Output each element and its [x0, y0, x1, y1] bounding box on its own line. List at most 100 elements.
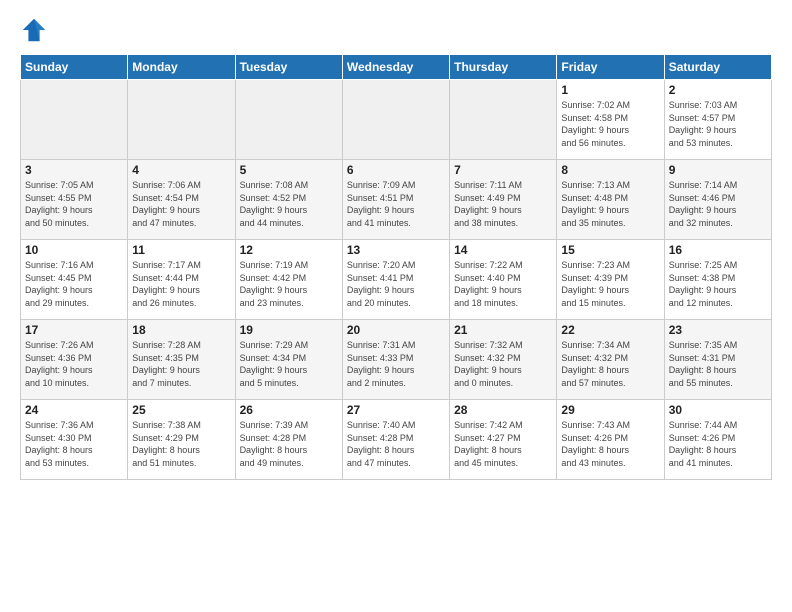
- day-number: 6: [347, 163, 445, 177]
- day-info: Sunrise: 7:39 AM Sunset: 4:28 PM Dayligh…: [240, 419, 338, 469]
- day-info: Sunrise: 7:36 AM Sunset: 4:30 PM Dayligh…: [25, 419, 123, 469]
- day-number: 19: [240, 323, 338, 337]
- weekday-header-saturday: Saturday: [664, 55, 771, 80]
- calendar-cell: 28Sunrise: 7:42 AM Sunset: 4:27 PM Dayli…: [450, 400, 557, 480]
- day-info: Sunrise: 7:09 AM Sunset: 4:51 PM Dayligh…: [347, 179, 445, 229]
- day-info: Sunrise: 7:17 AM Sunset: 4:44 PM Dayligh…: [132, 259, 230, 309]
- day-number: 12: [240, 243, 338, 257]
- calendar-cell: 2 Sunrise: 7:03 AM Sunset: 4:57 PM Daylig…: [664, 80, 771, 160]
- day-number: 21: [454, 323, 552, 337]
- weekday-header-monday: Monday: [128, 55, 235, 80]
- calendar-cell: 4 Sunrise: 7:06 AM Sunset: 4:54 PM Daylig…: [128, 160, 235, 240]
- calendar-cell: 16 Sunrise: 7:25 AM Sunset: 4:38 PM Dayli…: [664, 240, 771, 320]
- day-number: 2: [669, 83, 767, 97]
- day-info: Sunrise: 7:38 AM Sunset: 4:29 PM Dayligh…: [132, 419, 230, 469]
- day-info: Sunrise: 7:16 AM Sunset: 4:45 PM Dayligh…: [25, 259, 123, 309]
- day-info: Sunrise: 7:14 AM Sunset: 4:46 PM Dayligh…: [669, 179, 767, 229]
- day-number: 4: [132, 163, 230, 177]
- calendar-cell: 27Sunrise: 7:40 AM Sunset: 4:28 PM Dayli…: [342, 400, 449, 480]
- calendar-cell: 21 Sunrise: 7:32 AM Sunset: 4:32 PM Dayli…: [450, 320, 557, 400]
- calendar-cell: [235, 80, 342, 160]
- calendar-cell: 22Sunrise: 7:34 AM Sunset: 4:32 PM Dayli…: [557, 320, 664, 400]
- calendar-cell: 24 Sunrise: 7:36 AM Sunset: 4:30 PM Dayli…: [21, 400, 128, 480]
- weekday-header-friday: Friday: [557, 55, 664, 80]
- calendar-week-row: 3Sunrise: 7:05 AM Sunset: 4:55 PM Daylig…: [21, 160, 772, 240]
- day-info: Sunrise: 7:44 AM Sunset: 4:26 PM Dayligh…: [669, 419, 767, 469]
- calendar-cell: 25 Sunrise: 7:38 AM Sunset: 4:29 PM Dayli…: [128, 400, 235, 480]
- day-info: Sunrise: 7:02 AM Sunset: 4:58 PM Dayligh…: [561, 99, 659, 149]
- logo-icon: [20, 16, 48, 44]
- calendar-cell: 29 Sunrise: 7:43 AM Sunset: 4:26 PM Dayli…: [557, 400, 664, 480]
- day-info: Sunrise: 7:19 AM Sunset: 4:42 PM Dayligh…: [240, 259, 338, 309]
- calendar-cell: 30 Sunrise: 7:44 AM Sunset: 4:26 PM Dayli…: [664, 400, 771, 480]
- day-info: Sunrise: 7:34 AM Sunset: 4:32 PM Dayligh…: [561, 339, 659, 389]
- day-info: Sunrise: 7:11 AM Sunset: 4:49 PM Dayligh…: [454, 179, 552, 229]
- calendar-week-row: 17 Sunrise: 7:26 AM Sunset: 4:36 PM Dayli…: [21, 320, 772, 400]
- day-info: Sunrise: 7:23 AM Sunset: 4:39 PM Dayligh…: [561, 259, 659, 309]
- day-info: Sunrise: 7:40 AM Sunset: 4:28 PM Dayligh…: [347, 419, 445, 469]
- calendar-cell: 17 Sunrise: 7:26 AM Sunset: 4:36 PM Dayli…: [21, 320, 128, 400]
- day-info: Sunrise: 7:25 AM Sunset: 4:38 PM Dayligh…: [669, 259, 767, 309]
- day-info: Sunrise: 7:31 AM Sunset: 4:33 PM Dayligh…: [347, 339, 445, 389]
- day-number: 18: [132, 323, 230, 337]
- day-number: 5: [240, 163, 338, 177]
- day-number: 11: [132, 243, 230, 257]
- weekday-header-row: SundayMondayTuesdayWednesdayThursdayFrid…: [21, 55, 772, 80]
- calendar-cell: 3Sunrise: 7:05 AM Sunset: 4:55 PM Daylig…: [21, 160, 128, 240]
- day-info: Sunrise: 7:26 AM Sunset: 4:36 PM Dayligh…: [25, 339, 123, 389]
- day-number: 25: [132, 403, 230, 417]
- calendar-cell: 10 Sunrise: 7:16 AM Sunset: 4:45 PM Dayli…: [21, 240, 128, 320]
- day-info: Sunrise: 7:08 AM Sunset: 4:52 PM Dayligh…: [240, 179, 338, 229]
- day-number: 16: [669, 243, 767, 257]
- day-number: 15: [561, 243, 659, 257]
- day-number: 17: [25, 323, 123, 337]
- calendar-cell: 18 Sunrise: 7:28 AM Sunset: 4:35 PM Dayli…: [128, 320, 235, 400]
- day-number: 23: [669, 323, 767, 337]
- header: [20, 16, 772, 44]
- calendar-cell: [342, 80, 449, 160]
- calendar-table: SundayMondayTuesdayWednesdayThursdayFrid…: [20, 54, 772, 480]
- day-number: 3: [25, 163, 123, 177]
- day-number: 7: [454, 163, 552, 177]
- calendar-cell: 9 Sunrise: 7:14 AM Sunset: 4:46 PM Daylig…: [664, 160, 771, 240]
- calendar-cell: 20 Sunrise: 7:31 AM Sunset: 4:33 PM Dayli…: [342, 320, 449, 400]
- calendar-cell: 11 Sunrise: 7:17 AM Sunset: 4:44 PM Dayli…: [128, 240, 235, 320]
- day-number: 10: [25, 243, 123, 257]
- calendar-cell: 8 Sunrise: 7:13 AM Sunset: 4:48 PM Daylig…: [557, 160, 664, 240]
- day-number: 1: [561, 83, 659, 97]
- weekday-header-tuesday: Tuesday: [235, 55, 342, 80]
- day-number: 30: [669, 403, 767, 417]
- weekday-header-thursday: Thursday: [450, 55, 557, 80]
- calendar-cell: 5 Sunrise: 7:08 AM Sunset: 4:52 PM Daylig…: [235, 160, 342, 240]
- day-info: Sunrise: 7:20 AM Sunset: 4:41 PM Dayligh…: [347, 259, 445, 309]
- calendar-cell: 7 Sunrise: 7:11 AM Sunset: 4:49 PM Daylig…: [450, 160, 557, 240]
- day-info: Sunrise: 7:28 AM Sunset: 4:35 PM Dayligh…: [132, 339, 230, 389]
- day-info: Sunrise: 7:42 AM Sunset: 4:27 PM Dayligh…: [454, 419, 552, 469]
- day-number: 8: [561, 163, 659, 177]
- calendar-week-row: 10 Sunrise: 7:16 AM Sunset: 4:45 PM Dayli…: [21, 240, 772, 320]
- calendar-cell: [128, 80, 235, 160]
- day-info: Sunrise: 7:03 AM Sunset: 4:57 PM Dayligh…: [669, 99, 767, 149]
- calendar-cell: 23Sunrise: 7:35 AM Sunset: 4:31 PM Dayli…: [664, 320, 771, 400]
- day-number: 20: [347, 323, 445, 337]
- day-info: Sunrise: 7:22 AM Sunset: 4:40 PM Dayligh…: [454, 259, 552, 309]
- calendar-cell: 19Sunrise: 7:29 AM Sunset: 4:34 PM Dayli…: [235, 320, 342, 400]
- calendar-cell: [21, 80, 128, 160]
- day-info: Sunrise: 7:13 AM Sunset: 4:48 PM Dayligh…: [561, 179, 659, 229]
- day-info: Sunrise: 7:32 AM Sunset: 4:32 PM Dayligh…: [454, 339, 552, 389]
- calendar-cell: 14 Sunrise: 7:22 AM Sunset: 4:40 PM Dayli…: [450, 240, 557, 320]
- weekday-header-sunday: Sunday: [21, 55, 128, 80]
- day-info: Sunrise: 7:06 AM Sunset: 4:54 PM Dayligh…: [132, 179, 230, 229]
- calendar-cell: [450, 80, 557, 160]
- weekday-header-wednesday: Wednesday: [342, 55, 449, 80]
- day-number: 29: [561, 403, 659, 417]
- calendar-cell: 6 Sunrise: 7:09 AM Sunset: 4:51 PM Daylig…: [342, 160, 449, 240]
- calendar-week-row: 1 Sunrise: 7:02 AM Sunset: 4:58 PM Daylig…: [21, 80, 772, 160]
- day-number: 24: [25, 403, 123, 417]
- day-number: 14: [454, 243, 552, 257]
- calendar-cell: 1 Sunrise: 7:02 AM Sunset: 4:58 PM Daylig…: [557, 80, 664, 160]
- day-info: Sunrise: 7:43 AM Sunset: 4:26 PM Dayligh…: [561, 419, 659, 469]
- calendar-cell: 15 Sunrise: 7:23 AM Sunset: 4:39 PM Dayli…: [557, 240, 664, 320]
- day-number: 13: [347, 243, 445, 257]
- day-number: 9: [669, 163, 767, 177]
